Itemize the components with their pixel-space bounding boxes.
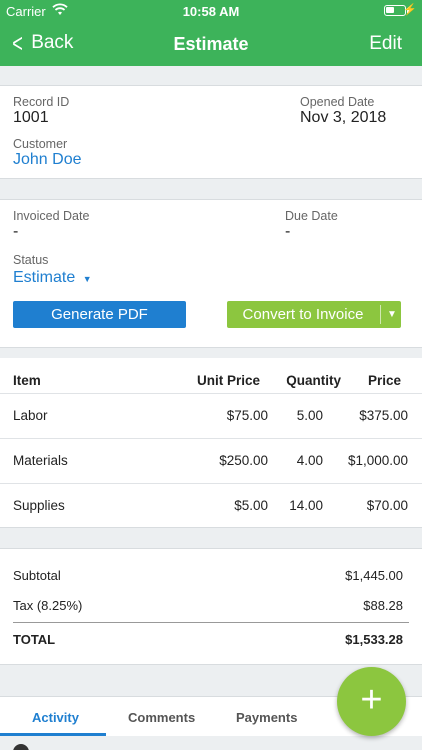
total-label: TOTAL	[13, 632, 56, 647]
split-divider	[380, 305, 381, 324]
row-item: Materials	[13, 453, 68, 468]
row-unit-price: $250.00	[219, 453, 268, 468]
row-price: $70.00	[366, 498, 408, 513]
table-row[interactable]: Supplies $5.00 14.00 $70.00	[0, 483, 422, 528]
navigation-bar: < Back Estimate Edit	[0, 22, 422, 66]
record-card: Record ID 1001 Opened Date Nov 3, 2018 C…	[0, 85, 422, 179]
opened-date-value: Nov 3, 2018	[300, 109, 387, 126]
status-value: Estimate	[13, 269, 76, 286]
status-label: Status	[13, 253, 49, 267]
active-tab-indicator	[0, 733, 106, 736]
add-button[interactable]: +	[337, 667, 406, 736]
edit-button[interactable]: Edit	[369, 33, 402, 55]
header-quantity: Quantity	[286, 373, 341, 388]
status-time: 10:58 AM	[182, 4, 240, 19]
total-value: $1,533.28	[345, 632, 403, 647]
page-title: Estimate	[173, 34, 249, 54]
table-row[interactable]: Materials $250.00 4.00 $1,000.00	[0, 438, 422, 483]
row-price: $375.00	[359, 408, 408, 423]
table-row[interactable]: Labor $75.00 5.00 $375.00	[0, 393, 422, 438]
convert-to-invoice-button[interactable]: Convert to Invoice ▼	[227, 301, 401, 328]
row-unit-price: $5.00	[234, 498, 268, 513]
customer-link[interactable]: John Doe	[13, 151, 82, 169]
row-price: $1,000.00	[347, 453, 408, 468]
status-dropdown[interactable]: Estimate ▼	[13, 269, 92, 287]
caret-down-icon: ▼	[82, 274, 92, 284]
due-date-label: Due Date	[285, 209, 338, 223]
customer-label: Customer	[13, 137, 68, 151]
tab-activity[interactable]: Activity	[32, 710, 79, 725]
total-divider	[13, 622, 409, 623]
convert-to-invoice-label: Convert to Invoice	[242, 306, 364, 323]
status-bar: Carrier 10:58 AM ⚡	[0, 0, 422, 22]
row-item: Supplies	[13, 498, 65, 513]
header-item: Item	[13, 373, 41, 388]
avatar	[13, 744, 29, 750]
caret-down-icon[interactable]: ▼	[383, 301, 401, 328]
record-id-value: 1001	[13, 109, 49, 126]
invoiced-date-label: Invoiced Date	[13, 209, 90, 223]
due-date-value: -	[285, 223, 291, 240]
row-item: Labor	[13, 408, 48, 423]
row-quantity: 14.00	[289, 498, 323, 513]
row-quantity: 4.00	[296, 453, 323, 468]
subtotal-value: $1,445.00	[345, 568, 403, 583]
tax-value: $88.28	[363, 598, 403, 613]
record-id-label: Record ID	[13, 95, 70, 109]
row-unit-price: $75.00	[226, 408, 268, 423]
tax-label: Tax (8.25%)	[13, 598, 83, 613]
row-quantity: 5.00	[296, 408, 323, 423]
generate-pdf-button[interactable]: Generate PDF	[13, 301, 186, 328]
tab-comments[interactable]: Comments	[128, 710, 195, 725]
header-price: Price	[367, 373, 401, 388]
invoiced-date-value: -	[13, 223, 19, 240]
table-header: Item Unit Price Quantity Price	[0, 366, 422, 394]
opened-date-label: Opened Date	[300, 95, 375, 109]
subtotal-label: Subtotal	[13, 568, 61, 583]
details-card: Invoiced Date - Due Date - Status Estima…	[0, 199, 422, 348]
header-unit-price: Unit Price	[196, 373, 260, 388]
charging-bolt-icon: ⚡	[403, 4, 417, 16]
tab-payments[interactable]: Payments	[236, 710, 297, 725]
totals-card: Subtotal $1,445.00 Tax (8.25%) $88.28 TO…	[0, 548, 422, 665]
